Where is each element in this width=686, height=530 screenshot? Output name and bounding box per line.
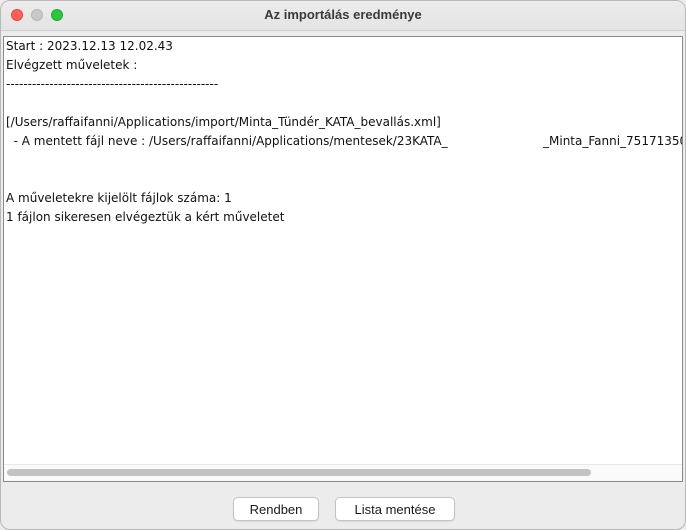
button-bar: Rendben Lista mentése [1,497,685,521]
result-log-text[interactable]: Start : 2023.12.13 12.02.43 Elvégzett mű… [6,37,682,465]
ok-button[interactable]: Rendben [233,497,319,521]
save-list-button[interactable]: Lista mentése [335,497,455,521]
horizontal-scrollbar[interactable] [4,464,682,481]
log-line-file-count: A műveletekre kijelölt fájlok száma: 1 [6,191,232,205]
import-result-window: Az importálás eredménye Start : 2023.12.… [0,0,686,530]
log-line-blank [6,94,682,113]
log-line-blank [6,170,682,189]
title-bar: Az importálás eredménye [1,1,685,31]
log-line-operations-header: Elvégzett műveletek : [6,58,138,72]
window-title: Az importálás eredménye [264,7,422,22]
log-line-separator: ----------------------------------------… [6,77,219,91]
log-line-success: 1 fájlon sikeresen elvégeztük a kért műv… [6,210,285,224]
log-line-blank [6,151,682,170]
log-line-import-file: [/Users/raffaifanni/Applications/import/… [6,115,441,129]
log-line-saved-file: - A mentett fájl neve : /Users/raffaifan… [6,134,682,148]
log-line-start: Start : 2023.12.13 12.02.43 [6,39,173,53]
horizontal-scroll-thumb[interactable] [7,469,591,476]
result-log-panel[interactable]: Start : 2023.12.13 12.02.43 Elvégzett mű… [3,36,683,482]
